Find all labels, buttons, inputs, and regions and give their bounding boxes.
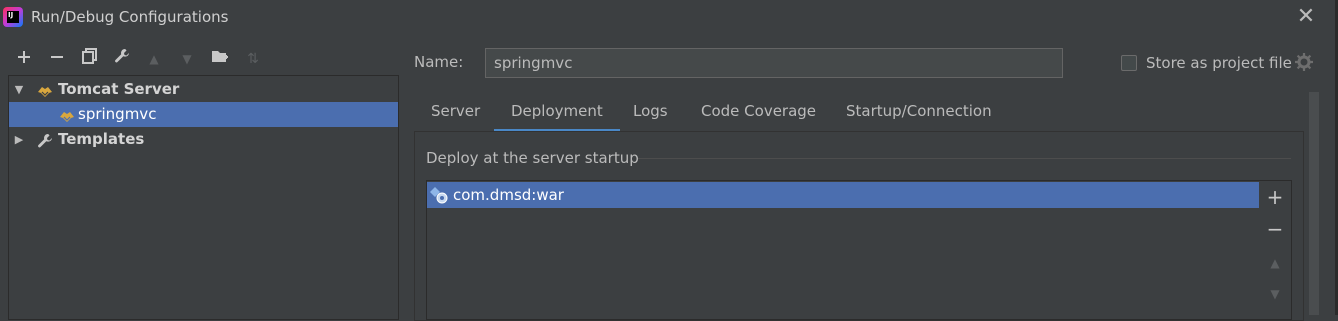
tab-deployment[interactable]: Deployment (494, 96, 620, 132)
arrow-up-icon: ▲ (1270, 256, 1280, 270)
plus-icon (18, 51, 30, 63)
tree-label-templates: Templates (58, 130, 145, 148)
deploy-section-title: Deploy at the server startup (426, 149, 639, 167)
collapsed-arrow-icon[interactable]: ▶ (13, 127, 25, 152)
copy-config-button[interactable] (78, 46, 102, 72)
arrow-down-icon: ▼ (1270, 287, 1280, 301)
artifact-row-com-dmsd-war[interactable]: com.dmsd:war (427, 182, 1259, 208)
tab-startup-connection[interactable]: Startup/Connection (846, 96, 992, 132)
tab-server[interactable]: Server (431, 96, 480, 132)
plus-icon: + (1266, 185, 1284, 209)
edit-templates-button[interactable] (110, 46, 134, 72)
title-bar: IJ Run/Debug Configurations ✕ (0, 0, 1338, 36)
sort-icon: ⇅ (247, 51, 259, 67)
tomcat-icon (37, 82, 53, 97)
wrench-icon (115, 49, 129, 63)
section-divider (638, 158, 1291, 159)
tomcat-icon (59, 107, 75, 122)
tab-code-coverage[interactable]: Code Coverage (701, 96, 816, 132)
tree-node-springmvc[interactable]: springmvc (9, 102, 398, 127)
config-tree: ▼ Tomcat Server springmvc ▶ Templates (8, 75, 399, 320)
expanded-arrow-icon[interactable]: ▼ (13, 77, 25, 102)
move-artifact-down-button[interactable]: ▼ (1263, 282, 1287, 306)
tree-label-tomcat-server: Tomcat Server (58, 80, 180, 98)
tree-node-templates[interactable]: ▶ Templates (9, 127, 398, 152)
remove-config-button[interactable] (45, 46, 69, 72)
remove-artifact-button[interactable]: − (1263, 217, 1287, 241)
name-input[interactable]: springmvc (485, 48, 1063, 78)
close-icon[interactable]: ✕ (1296, 6, 1316, 28)
name-label: Name: (414, 53, 464, 71)
artifact-icon (429, 186, 449, 204)
sort-button[interactable]: ⇅ (241, 46, 265, 72)
folder-add-icon (212, 51, 228, 62)
minus-icon (51, 56, 63, 58)
copy-icon (82, 48, 97, 64)
add-artifact-button[interactable]: + (1263, 185, 1287, 209)
artifact-list: com.dmsd:war + − ▲ ▼ (426, 180, 1292, 320)
intellij-logo-icon: IJ (3, 7, 23, 27)
tree-label-springmvc: springmvc (78, 105, 157, 123)
window-title: Run/Debug Configurations (31, 8, 229, 26)
move-down-button[interactable]: ▼ (175, 46, 199, 72)
new-folder-button[interactable] (208, 46, 232, 72)
store-as-project-file-label[interactable]: Store as project file (1146, 54, 1292, 72)
wrench-icon (37, 132, 53, 148)
arrow-up-icon: ▲ (149, 52, 159, 66)
move-artifact-up-button[interactable]: ▲ (1263, 251, 1287, 275)
artifact-label: com.dmsd:war (453, 186, 564, 204)
move-up-button[interactable]: ▲ (142, 46, 166, 72)
vertical-scrollbar[interactable] (1309, 92, 1319, 315)
gear-icon[interactable] (1295, 53, 1313, 71)
store-as-project-file-checkbox[interactable] (1121, 55, 1137, 71)
tab-logs[interactable]: Logs (633, 96, 668, 132)
minus-icon: − (1266, 217, 1284, 241)
arrow-down-icon: ▼ (182, 52, 192, 66)
add-config-button[interactable] (12, 46, 36, 72)
tree-node-tomcat-server[interactable]: ▼ Tomcat Server (9, 77, 398, 102)
